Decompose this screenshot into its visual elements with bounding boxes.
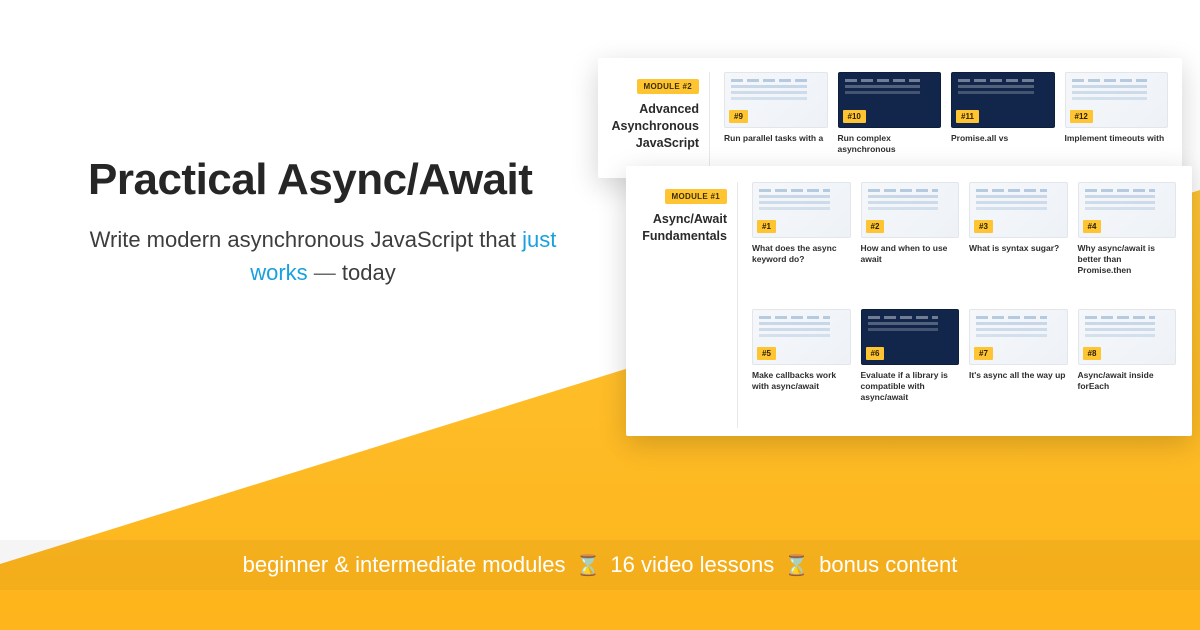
lesson-number-badge: #6 xyxy=(866,347,885,360)
lesson-number-badge: #11 xyxy=(956,110,979,123)
footer-bar: beginner & intermediate modules ⌛ 16 vid… xyxy=(0,540,1200,590)
lesson-number-badge: #9 xyxy=(729,110,748,123)
lesson-item: #7 It's async all the way up xyxy=(969,309,1068,428)
lesson-thumbnail: #8 xyxy=(1078,309,1177,365)
lesson-item: #6 Evaluate if a library is compatible wi… xyxy=(861,309,960,428)
hero-block: Practical Async/Await Write modern async… xyxy=(88,155,558,289)
lesson-thumbnail: #1 xyxy=(752,182,851,238)
lesson-number-badge: #10 xyxy=(843,110,866,123)
module2-sidebar: MODULE #2 Advanced Asynchronous JavaScri… xyxy=(598,72,710,178)
hero-title: Practical Async/Await xyxy=(88,155,558,205)
lesson-item: #9 Run parallel tasks with a xyxy=(724,72,828,178)
module1-grid: #1 What does the async keyword do? #2 How a… xyxy=(738,182,1176,428)
lesson-item: #8 Async/await inside forEach xyxy=(1078,309,1177,428)
lesson-number-badge: #3 xyxy=(974,220,993,233)
hourglass-icon: ⌛ xyxy=(784,553,809,578)
lesson-thumbnail: #3 xyxy=(969,182,1068,238)
module2-title: Advanced Asynchronous JavaScript xyxy=(608,101,699,152)
lesson-title: Why async/await is better than Promise.t… xyxy=(1078,243,1177,276)
module2-grid: #9 Run parallel tasks with a #10 Run comple… xyxy=(710,72,1168,178)
lesson-title: Evaluate if a library is compatible with… xyxy=(861,370,960,403)
lesson-title: Run parallel tasks with a xyxy=(724,133,828,155)
footer-seg-lessons: 16 video lessons xyxy=(610,552,774,578)
lesson-title: What does the async keyword do? xyxy=(752,243,851,265)
hero-sub-dash: — xyxy=(308,260,342,285)
lesson-title: Run complex asynchronous xyxy=(838,133,942,155)
lesson-thumbnail: #12 xyxy=(1065,72,1169,128)
lesson-thumbnail: #5 xyxy=(752,309,851,365)
module1-sidebar: MODULE #1 Async/Await Fundamentals xyxy=(626,182,738,428)
lesson-title: It's async all the way up xyxy=(969,370,1068,392)
lesson-title: Promise.all vs xyxy=(951,133,1055,155)
footer-seg-modules: beginner & intermediate modules xyxy=(243,552,566,578)
lesson-item: #5 Make callbacks work with async/await xyxy=(752,309,851,428)
lesson-number-badge: #4 xyxy=(1083,220,1102,233)
lesson-title: Implement timeouts with xyxy=(1065,133,1169,155)
lesson-item: #12 Implement timeouts with xyxy=(1065,72,1169,178)
hero-subtitle: Write modern asynchronous JavaScript tha… xyxy=(88,223,558,289)
lesson-number-badge: #7 xyxy=(974,347,993,360)
lesson-thumbnail: #7 xyxy=(969,309,1068,365)
module-card-advanced: MODULE #2 Advanced Asynchronous JavaScri… xyxy=(598,58,1182,178)
lesson-title: How and when to use await xyxy=(861,243,960,265)
lesson-item: #10 Run complex asynchronous xyxy=(838,72,942,178)
lesson-title: Make callbacks work with async/await xyxy=(752,370,851,392)
footer-seg-bonus: bonus content xyxy=(819,552,957,578)
lesson-item: #3 What is syntax sugar? xyxy=(969,182,1068,301)
lesson-item: #11 Promise.all vs xyxy=(951,72,1055,178)
lesson-number-badge: #8 xyxy=(1083,347,1102,360)
lesson-thumbnail: #2 xyxy=(861,182,960,238)
lesson-item: #4 Why async/await is better than Promise… xyxy=(1078,182,1177,301)
lesson-item: #2 How and when to use await xyxy=(861,182,960,301)
hero-sub-post: today xyxy=(342,260,396,285)
lesson-thumbnail: #6 xyxy=(861,309,960,365)
lesson-thumbnail: #4 xyxy=(1078,182,1177,238)
lesson-number-badge: #5 xyxy=(757,347,776,360)
lesson-number-badge: #12 xyxy=(1070,110,1093,123)
module2-badge: MODULE #2 xyxy=(637,79,700,94)
hourglass-icon: ⌛ xyxy=(575,553,600,578)
lesson-title: What is syntax sugar? xyxy=(969,243,1068,265)
lesson-title: Async/await inside forEach xyxy=(1078,370,1177,392)
lesson-thumbnail: #10 xyxy=(838,72,942,128)
module1-title: Async/Await Fundamentals xyxy=(636,211,727,245)
lesson-thumbnail: #9 xyxy=(724,72,828,128)
module-card-fundamentals: MODULE #1 Async/Await Fundamentals #1 Wha… xyxy=(626,166,1192,436)
module1-badge: MODULE #1 xyxy=(665,189,728,204)
lesson-thumbnail: #11 xyxy=(951,72,1055,128)
lesson-item: #1 What does the async keyword do? xyxy=(752,182,851,301)
lesson-number-badge: #2 xyxy=(866,220,885,233)
hero-sub-pre: Write modern asynchronous JavaScript tha… xyxy=(90,227,522,252)
lesson-number-badge: #1 xyxy=(757,220,776,233)
